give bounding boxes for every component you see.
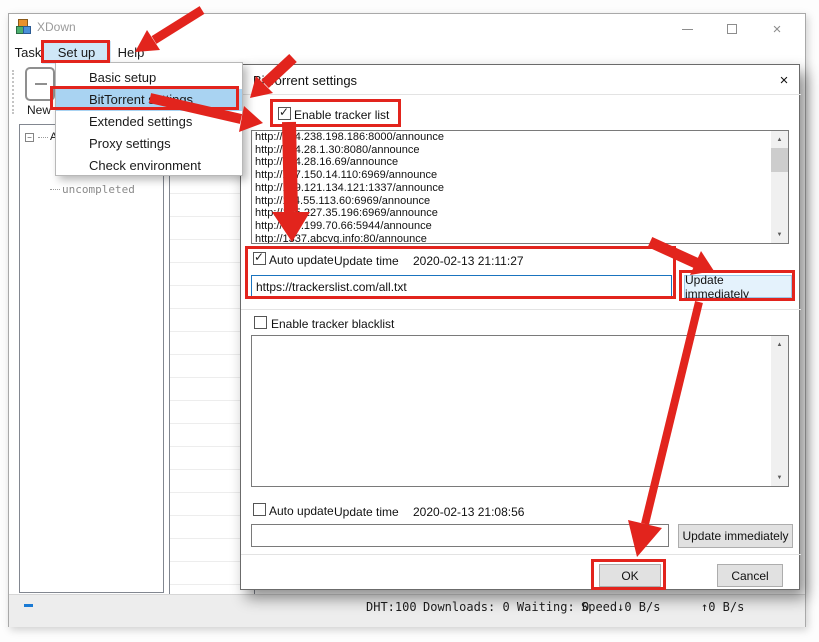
blacklist-auto-update-checkbox[interactable]: [253, 503, 266, 516]
tracker-url[interactable]: http://109.121.134.121:1337/announce: [252, 182, 788, 195]
close-icon: ×: [780, 72, 789, 89]
tracker-url[interactable]: http://125.227.35.196:6969/announce: [252, 207, 788, 220]
dialog-close-button[interactable]: ×: [774, 70, 794, 90]
new-task-icon: [25, 67, 55, 101]
blacklist-update-time-label: Update time: [334, 505, 399, 519]
enable-tracker-blacklist-checkbox[interactable]: [254, 316, 267, 329]
menu-item-check-environment[interactable]: Check environment: [56, 155, 242, 177]
cancel-label: Cancel: [731, 569, 768, 583]
status-dht: DHT:100: [366, 600, 417, 614]
tracker-url[interactable]: http://1337.abcvg.info:80/announce: [252, 233, 788, 244]
maximize-icon: [727, 24, 737, 34]
cancel-button[interactable]: Cancel: [717, 564, 783, 587]
tracker-blacklist[interactable]: ▲ ▼: [251, 335, 789, 487]
tracker-update-now-button[interactable]: Update immediately: [684, 275, 792, 298]
menu-item-basic-setup[interactable]: Basic setup: [56, 67, 242, 89]
bittorrent-settings-dialog: BitTorrent settings × ✓ Enable tracker l…: [240, 64, 800, 590]
scrollbar[interactable]: ▲ ▼: [771, 336, 788, 486]
tracker-update-time-label: Update time: [334, 254, 399, 268]
divider: [241, 94, 801, 95]
blacklist-auto-update-label: Auto update: [269, 504, 334, 518]
tree-line: [38, 137, 48, 138]
tree-line: [50, 189, 60, 190]
enable-tracker-list-checkbox[interactable]: ✓: [278, 107, 291, 120]
tracker-url[interactable]: http://114.55.113.60:6969/announce: [252, 195, 788, 208]
check-icon: ✓: [254, 250, 264, 264]
blacklist-update-now-label: Update immediately: [682, 529, 788, 543]
scroll-down-icon[interactable]: ▼: [771, 226, 788, 243]
tracker-auto-update-checkbox[interactable]: ✓: [253, 252, 266, 265]
tree-child-label: uncompleted: [62, 183, 135, 196]
menu-item-bittorrent-settings[interactable]: BitTorrent settings: [56, 89, 242, 111]
menu-item-extended-settings[interactable]: Extended settings: [56, 111, 242, 133]
setup-dropdown-menu: Basic setup BitTorrent settings Extended…: [55, 62, 243, 176]
ok-button[interactable]: OK: [599, 564, 661, 587]
tree-root-item[interactable]: − A: [25, 131, 57, 143]
status-downloads: Downloads: 0 Waiting: 0: [423, 600, 589, 614]
status-bar: DHT:100 Downloads: 0 Waiting: 0 Speed↓0 …: [9, 594, 805, 627]
maximize-button[interactable]: [715, 18, 749, 40]
tracker-update-time-value: 2020-02-13 21:11:27: [413, 254, 524, 268]
tracker-update-now-label: Update immediately: [685, 273, 791, 301]
tracker-url[interactable]: http://128.199.70.66:5944/announce: [252, 220, 788, 233]
task-tree-panel: − A uncompleted: [19, 124, 164, 593]
toolbar-grip[interactable]: [12, 70, 14, 114]
tree-item-uncompleted[interactable]: uncompleted: [48, 183, 135, 196]
menu-task[interactable]: Task: [11, 41, 45, 64]
tracker-url[interactable]: http://107.150.14.110:6969/announce: [252, 169, 788, 182]
status-speed-up: ↑0 B/s: [701, 600, 744, 614]
check-icon: ✓: [279, 105, 289, 119]
tracker-url-list[interactable]: http://104.238.198.186:8000/announce htt…: [251, 130, 789, 244]
menu-item-proxy-settings[interactable]: Proxy settings: [56, 133, 242, 155]
ok-label: OK: [621, 569, 638, 583]
divider: [241, 554, 801, 555]
close-icon: ×: [773, 22, 782, 37]
blacklist-update-now-button[interactable]: Update immediately: [678, 524, 793, 548]
selection-dash: [24, 604, 33, 607]
enable-tracker-blacklist-label: Enable tracker blacklist: [271, 317, 394, 331]
minimize-button[interactable]: [670, 18, 704, 40]
scroll-up-icon[interactable]: ▲: [771, 131, 788, 148]
title-bar[interactable]: XDown ×: [9, 14, 805, 41]
tracker-url[interactable]: http://104.28.16.69/announce: [252, 156, 788, 169]
tracker-url-input[interactable]: [251, 275, 672, 298]
scroll-up-icon[interactable]: ▲: [771, 336, 788, 353]
dialog-title: BitTorrent settings: [253, 73, 357, 88]
minimize-icon: [682, 29, 693, 30]
menu-setup[interactable]: Set up: [42, 41, 111, 64]
scroll-thumb[interactable]: [771, 148, 788, 172]
close-button[interactable]: ×: [760, 18, 794, 40]
divider: [241, 309, 801, 310]
collapse-icon[interactable]: −: [25, 133, 34, 142]
scrollbar[interactable]: ▲ ▼: [771, 131, 788, 243]
window-title: XDown: [37, 20, 76, 34]
tracker-auto-update-label: Auto update: [269, 253, 334, 267]
tracker-url[interactable]: http://104.28.1.30:8080/announce: [252, 144, 788, 157]
app-logo-icon: [16, 19, 32, 35]
screen: XDown × Task Set up Help New − A: [0, 0, 819, 642]
scroll-down-icon[interactable]: ▼: [771, 469, 788, 486]
blacklist-url-input[interactable]: [251, 524, 669, 547]
blacklist-update-time-value: 2020-02-13 21:08:56: [413, 505, 524, 519]
status-speed-down: Speed↓0 B/s: [581, 600, 660, 614]
tracker-url[interactable]: http://104.238.198.186:8000/announce: [252, 131, 788, 144]
enable-tracker-list-label: Enable tracker list: [294, 108, 389, 122]
menu-help[interactable]: Help: [112, 41, 150, 64]
